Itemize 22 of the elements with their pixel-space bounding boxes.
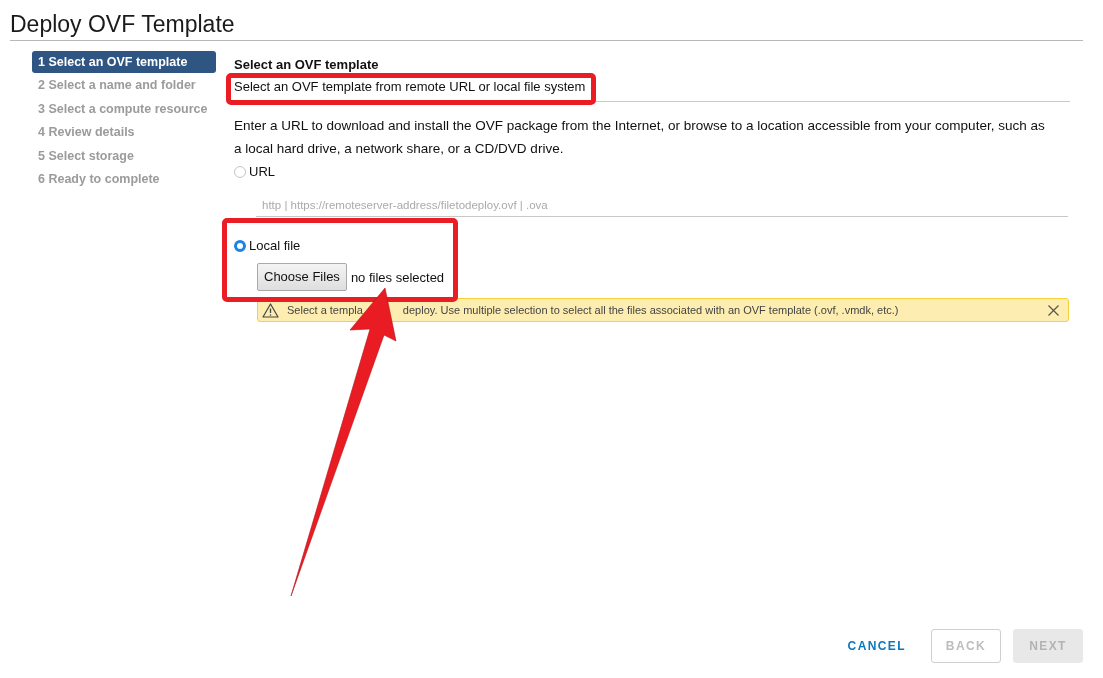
wizard-step[interactable]: 2 Select a name and folder	[32, 74, 216, 97]
wizard-step[interactable]: 6 Ready to complete	[32, 168, 216, 191]
window-title: Deploy OVF Template	[10, 10, 236, 38]
file-status-text: no files selected	[350, 268, 445, 286]
close-icon[interactable]	[1048, 304, 1059, 316]
url-input-field[interactable]: http | https://remoteserver-address/filetodeploy.ovf | .ova	[256, 197, 1068, 217]
description-text: Enter a URL to download and install the OVF package from the Internet, or browse to a location accessible from your computer, such as a local hard drive, a network share, or a CD/DVD drive.	[234, 117, 1046, 158]
warning-icon	[262, 302, 279, 318]
cancel-button[interactable]: CANCEL	[834, 629, 919, 663]
alert-message: Select a templa	[287, 303, 363, 318]
wizard-step[interactable]: 1 Select an OVF template	[32, 51, 216, 74]
radio-button[interactable]	[234, 239, 246, 252]
radio-button[interactable]	[234, 165, 246, 178]
section-heading: Select an OVF template	[234, 57, 380, 73]
wizard-step[interactable]: 5 Select storage	[32, 144, 216, 168]
radio-label[interactable]: Local file	[249, 237, 301, 254]
wizard-step[interactable]: 3 Select a compute resource	[32, 97, 216, 121]
choose-files-button[interactable]: Choose Files	[257, 263, 347, 291]
alert-message: deploy. Use multiple selection to select all the files associated with an OVF template (.ovf, .vmdk, etc.)	[402, 303, 899, 318]
radio-label[interactable]: URL	[249, 163, 275, 180]
wizard-step[interactable]: 4 Review details	[32, 121, 216, 144]
section-subtitle: Select an OVF template from remote URL or local file system	[234, 79, 586, 94]
